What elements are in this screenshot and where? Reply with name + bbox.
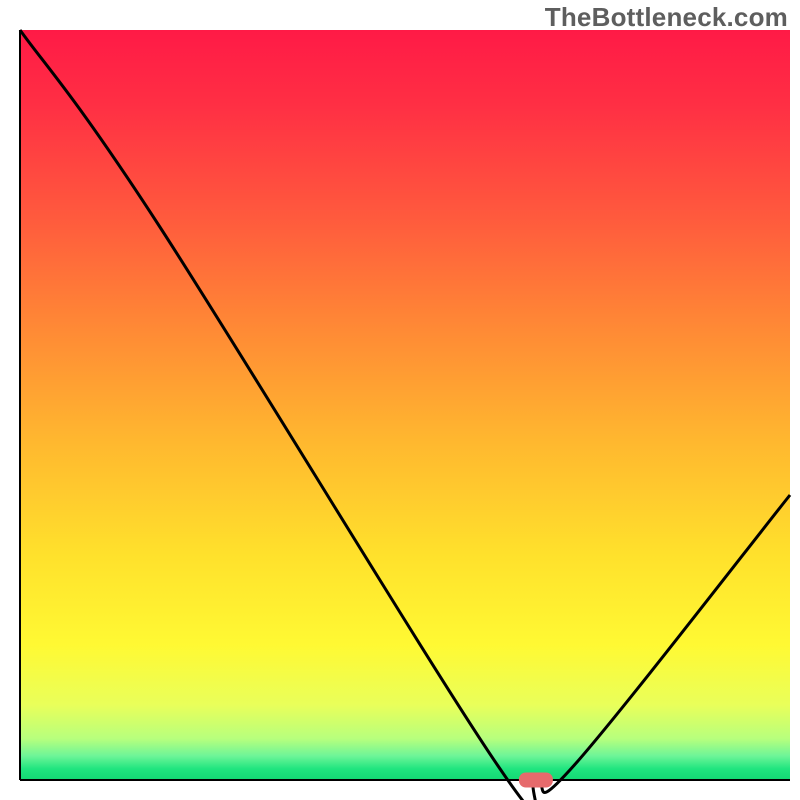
watermark-label: TheBottleneck.com — [545, 2, 788, 33]
optimal-marker — [519, 773, 553, 788]
bottleneck-chart — [0, 0, 800, 800]
plot-background — [20, 30, 790, 780]
chart-container: TheBottleneck.com — [0, 0, 800, 800]
